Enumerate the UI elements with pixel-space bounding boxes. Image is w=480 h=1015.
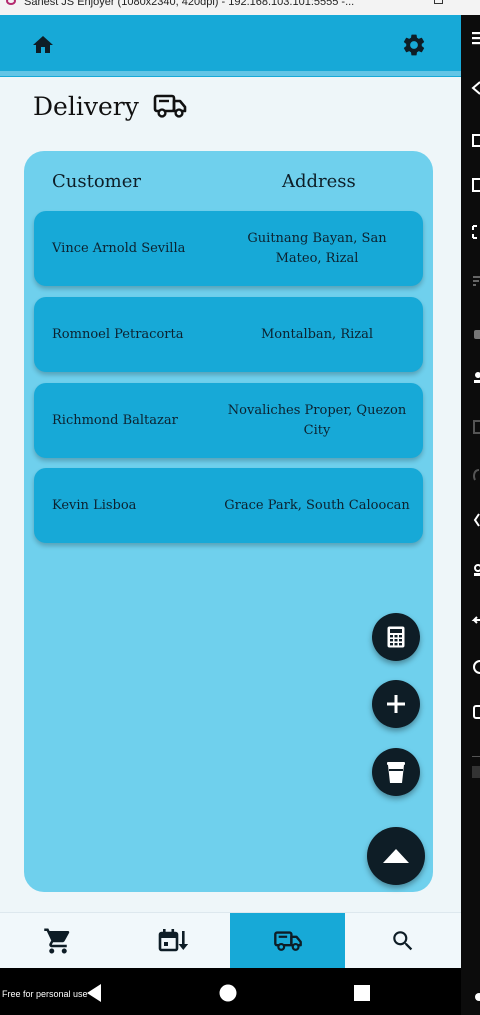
delete-button[interactable] bbox=[372, 748, 420, 796]
square-icon[interactable] bbox=[470, 705, 480, 719]
customer-address: Montalban, Rizal bbox=[260, 326, 374, 342]
app-bar bbox=[0, 15, 461, 77]
gamepad-icon[interactable] bbox=[470, 563, 480, 577]
fullscreen-icon[interactable] bbox=[470, 225, 480, 239]
customer-name: Vince Arnold Sevilla bbox=[52, 241, 186, 256]
film-icon[interactable] bbox=[470, 420, 480, 434]
add-delivery-button[interactable] bbox=[372, 680, 420, 728]
window-title-bar: Sanest JS Enjoyer (1080x2340, 420dpi) - … bbox=[0, 0, 480, 15]
page-title-text: Delivery bbox=[33, 91, 139, 121]
address-column-header: Address bbox=[282, 171, 356, 192]
plus-icon bbox=[387, 695, 405, 713]
bottom-navigation bbox=[0, 912, 461, 969]
app-bar-accent-strip bbox=[0, 71, 461, 76]
window-restore-button[interactable] bbox=[434, 0, 443, 4]
watermark-text: Free for personal use bbox=[2, 989, 88, 999]
recents-square-icon bbox=[354, 985, 370, 1001]
rotate-icon[interactable] bbox=[470, 327, 480, 341]
trash-icon bbox=[387, 762, 405, 783]
system-home-button[interactable] bbox=[217, 982, 239, 1004]
arrow-left-icon[interactable] bbox=[470, 613, 480, 627]
home-icon bbox=[33, 36, 53, 53]
search-icon bbox=[392, 931, 412, 951]
calculator-icon bbox=[387, 626, 405, 648]
phone-screen: Delivery Customer Address Vince Arnold S… bbox=[0, 15, 461, 1015]
screenshot-icon[interactable] bbox=[470, 133, 480, 147]
customer-address: Novaliches Proper, Quezon City bbox=[227, 402, 407, 438]
calculator-button[interactable] bbox=[372, 613, 420, 661]
customer-name: Richmond Baltazar bbox=[52, 413, 178, 428]
back-triangle-icon bbox=[87, 984, 101, 1002]
delivery-row[interactable]: Vince Arnold Sevilla Guitnang Bayan, San… bbox=[34, 211, 423, 286]
cart-icon bbox=[43, 928, 69, 954]
signal-icon[interactable] bbox=[470, 273, 480, 287]
customer-name: Romnoel Petracorta bbox=[52, 327, 184, 342]
device-frame-icon[interactable] bbox=[470, 178, 480, 192]
delivery-row[interactable]: Romnoel Petracorta Montalban, Rizal bbox=[34, 297, 423, 372]
home-button[interactable] bbox=[29, 31, 57, 59]
code-icon[interactable] bbox=[470, 513, 480, 527]
delivery-table-card: Customer Address Vince Arnold Sevilla Gu… bbox=[24, 151, 433, 892]
gear-icon bbox=[403, 34, 425, 56]
home-circle-icon bbox=[219, 984, 237, 1002]
emulator-side-toolbar bbox=[461, 15, 480, 1015]
settings-small-icon[interactable] bbox=[470, 990, 480, 1004]
system-recents-button[interactable] bbox=[351, 982, 373, 1004]
truck-icon bbox=[153, 94, 187, 118]
truck-icon bbox=[273, 931, 302, 951]
chevron-left-icon[interactable] bbox=[470, 81, 480, 95]
delivery-row[interactable]: Kevin Lisboa Grace Park, South Caloocan bbox=[34, 468, 423, 543]
nav-item-schedule[interactable] bbox=[115, 913, 230, 969]
calendar-sort-icon bbox=[158, 929, 188, 952]
settings-button[interactable] bbox=[400, 31, 428, 59]
customer-address: Grace Park, South Caloocan bbox=[224, 497, 410, 513]
menu-icon[interactable] bbox=[470, 31, 480, 45]
nav-item-cart[interactable] bbox=[0, 913, 115, 969]
customer-name: Kevin Lisboa bbox=[52, 498, 137, 513]
gps-icon[interactable] bbox=[470, 370, 480, 384]
customer-address: Guitnang Bayan, San Mateo, Rizal bbox=[247, 230, 387, 266]
more-icon[interactable] bbox=[470, 765, 480, 779]
customer-column-header: Customer bbox=[52, 171, 141, 192]
delivery-row[interactable]: Richmond Baltazar Novaliches Proper, Que… bbox=[34, 383, 423, 458]
fingerprint-icon[interactable] bbox=[470, 467, 480, 481]
circle-icon[interactable] bbox=[470, 660, 480, 674]
scroll-to-top-button[interactable] bbox=[367, 827, 425, 885]
app-logo-icon bbox=[6, 0, 16, 5]
nav-item-delivery[interactable] bbox=[230, 913, 345, 969]
window-title: Sanest JS Enjoyer (1080x2340, 420dpi) - … bbox=[24, 0, 355, 8]
nav-item-search[interactable] bbox=[345, 913, 460, 969]
divider-icon bbox=[472, 756, 480, 757]
page-title: Delivery bbox=[33, 88, 187, 124]
arrow-up-icon bbox=[383, 849, 409, 863]
